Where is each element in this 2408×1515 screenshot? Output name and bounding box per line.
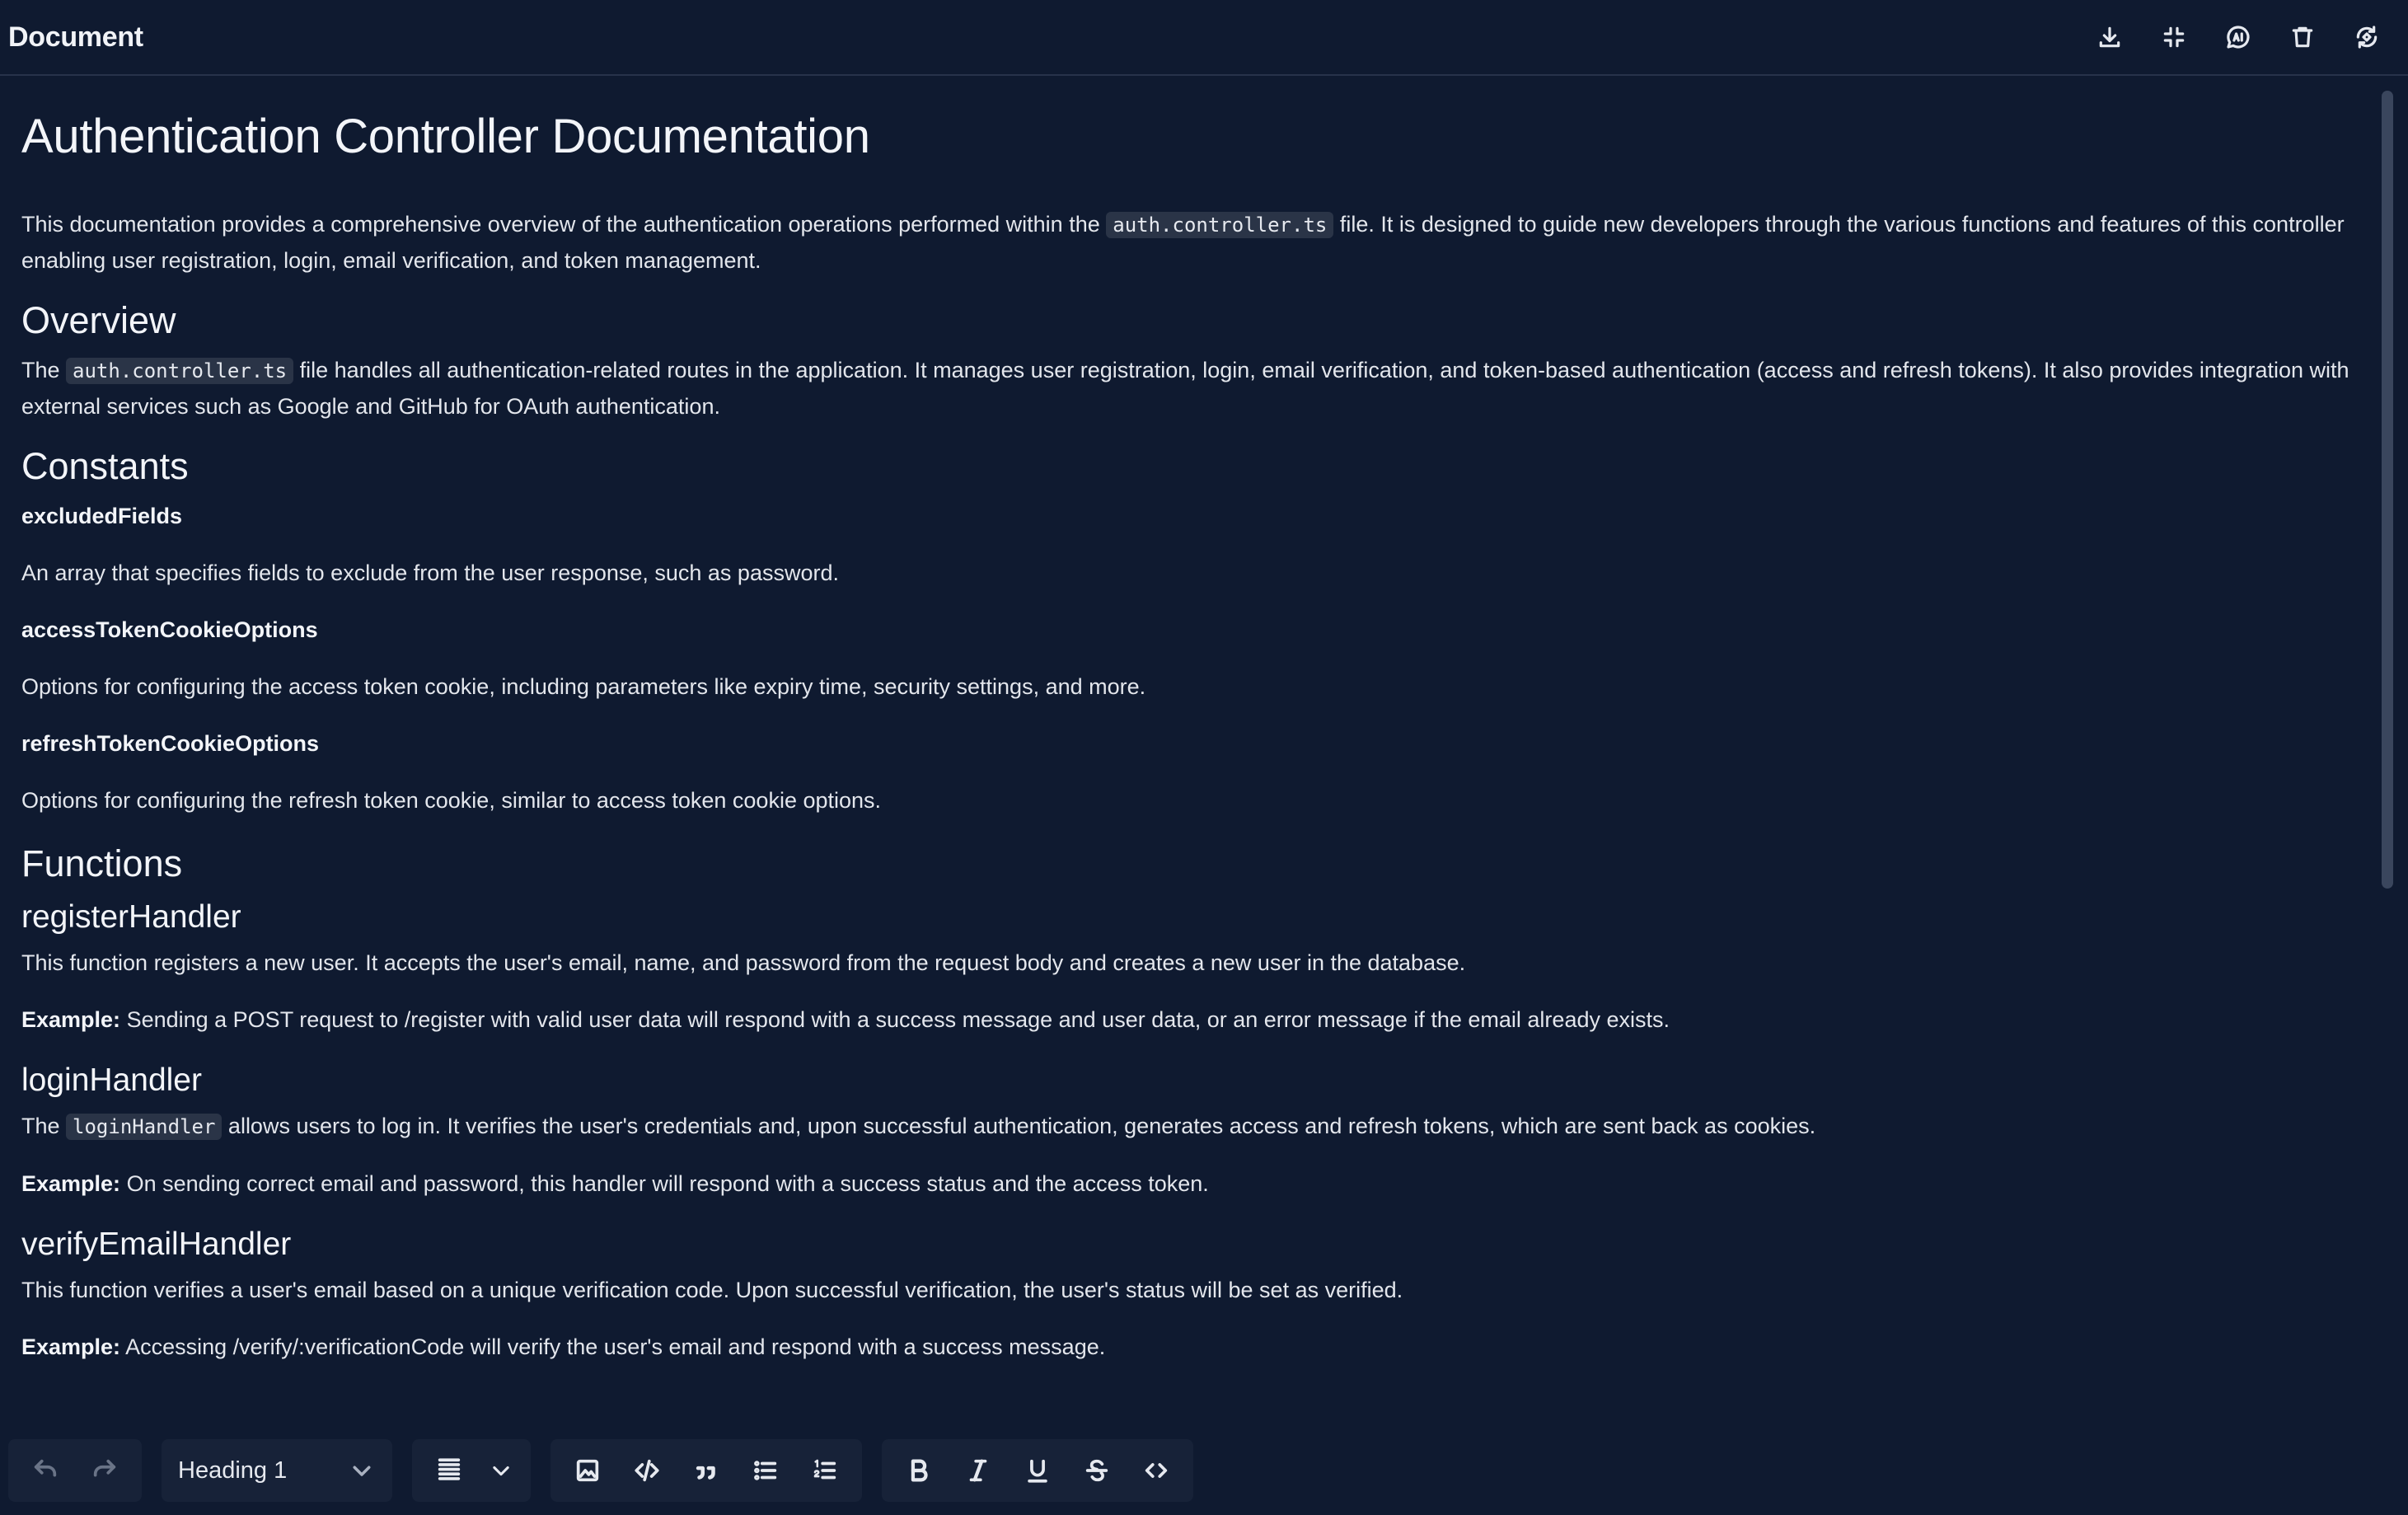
inline-code-button[interactable] xyxy=(1131,1446,1182,1495)
download-button[interactable] xyxy=(2093,21,2126,54)
constant-name: excludedFields xyxy=(21,504,183,528)
overview-paragraph: The auth.controller.ts file handles all … xyxy=(21,353,2352,424)
example-label: Example: xyxy=(21,1334,121,1359)
redo-button[interactable] xyxy=(79,1446,130,1495)
undo-button[interactable] xyxy=(20,1446,71,1495)
redo-icon xyxy=(93,1459,116,1477)
history-group xyxy=(8,1439,142,1502)
function-description: The loginHandler allows users to log in.… xyxy=(21,1109,2352,1145)
example-text: On sending correct email and password, t… xyxy=(120,1171,1209,1196)
code-brackets-icon xyxy=(1145,1463,1168,1478)
align-justify-icon xyxy=(438,1458,461,1480)
function-example: Example: Accessing /verify/:verification… xyxy=(21,1330,2352,1365)
login-text-before: The xyxy=(21,1114,67,1138)
document-title: Authentication Controller Documentation xyxy=(21,110,870,163)
formatting-toolbar: Heading 1 xyxy=(8,1439,1193,1502)
align-dropdown-button[interactable] xyxy=(483,1446,519,1495)
underline-button[interactable] xyxy=(1012,1446,1063,1495)
example-text: Accessing /verify/:verificationCode will… xyxy=(120,1334,1106,1359)
code-block-button[interactable] xyxy=(621,1446,672,1495)
italic-button[interactable] xyxy=(953,1446,1004,1495)
quote-button[interactable] xyxy=(681,1446,732,1495)
constants-heading: Constants xyxy=(21,445,189,487)
collapse-button[interactable] xyxy=(2157,21,2190,54)
code-icon xyxy=(635,1459,659,1482)
inline-code: auth.controller.ts xyxy=(66,358,294,384)
scrollbar-thumb[interactable] xyxy=(2382,91,2393,889)
function-heading-register: registerHandler xyxy=(21,899,241,935)
example-label: Example: xyxy=(21,1007,121,1032)
page-title: Document xyxy=(8,21,143,53)
header-actions xyxy=(2093,21,2383,54)
ai-chat-icon xyxy=(2227,26,2250,49)
delete-button[interactable] xyxy=(2286,21,2319,54)
intro-paragraph: This documentation provides a comprehens… xyxy=(21,207,2352,279)
collapse-icon xyxy=(2163,26,2185,48)
constant-name: accessTokenCookieOptions xyxy=(21,617,318,642)
intro-text-before: This documentation provides a comprehens… xyxy=(21,212,1107,237)
block-type-select[interactable]: Heading 1 xyxy=(162,1439,392,1502)
function-heading-login: loginHandler xyxy=(21,1062,202,1098)
function-example: Example: On sending correct email and pa… xyxy=(21,1166,2352,1202)
insert-image-button[interactable] xyxy=(562,1446,613,1495)
inline-code: auth.controller.ts xyxy=(1106,212,1334,238)
numbered-list-icon xyxy=(813,1459,836,1480)
undo-icon xyxy=(34,1459,57,1477)
overview-heading: Overview xyxy=(21,299,176,341)
quote-icon xyxy=(696,1466,715,1480)
chevron-down-icon xyxy=(493,1466,509,1476)
document-editor[interactable]: Authentication Controller Documentation … xyxy=(0,77,2373,1429)
underline-icon xyxy=(1028,1459,1047,1483)
constant-description: An array that specifies fields to exclud… xyxy=(21,561,839,585)
align-group xyxy=(412,1439,531,1502)
bold-button[interactable] xyxy=(893,1446,944,1495)
constant-description: Options for configuring the access token… xyxy=(21,674,1146,699)
overview-text-after: file handles all authentication-related … xyxy=(21,358,2349,419)
example-label: Example: xyxy=(21,1171,121,1196)
example-text: Sending a POST request to /register with… xyxy=(120,1007,1670,1032)
function-example: Example: Sending a POST request to /regi… xyxy=(21,1002,2352,1038)
sync-button[interactable] xyxy=(2350,21,2383,54)
function-heading-verify: verifyEmailHandler xyxy=(21,1227,292,1262)
format-group xyxy=(882,1439,1193,1502)
app-header: Document xyxy=(0,0,2408,76)
constant-description: Options for configuring the refresh toke… xyxy=(21,788,882,813)
strikethrough-button[interactable] xyxy=(1071,1446,1122,1495)
bold-icon xyxy=(911,1459,928,1482)
numbered-list-button[interactable] xyxy=(799,1446,850,1495)
align-button[interactable] xyxy=(424,1446,475,1495)
strikethrough-icon xyxy=(1085,1459,1108,1482)
inline-code: loginHandler xyxy=(66,1114,223,1140)
function-description: This function registers a new user. It a… xyxy=(21,950,1466,975)
sync-icon xyxy=(2356,26,2378,49)
image-icon xyxy=(576,1459,599,1482)
ai-chat-button[interactable] xyxy=(2222,21,2255,54)
login-text-after: allows users to log in. It verifies the … xyxy=(222,1114,1816,1138)
download-icon xyxy=(2099,26,2120,48)
chevron-down-icon xyxy=(353,1466,371,1476)
overview-text-before: The xyxy=(21,358,67,382)
vertical-scrollbar[interactable] xyxy=(2382,82,2393,1426)
insert-group xyxy=(550,1439,862,1502)
function-description: This function verifies a user's email ba… xyxy=(21,1278,1403,1302)
constant-name: refreshTokenCookieOptions xyxy=(21,731,320,756)
bullet-list-button[interactable] xyxy=(740,1446,791,1495)
block-type-label: Heading 1 xyxy=(178,1456,288,1484)
italic-icon xyxy=(969,1459,987,1482)
bullet-list-icon xyxy=(754,1461,777,1480)
functions-heading: Functions xyxy=(21,842,183,884)
trash-icon xyxy=(2292,26,2313,48)
